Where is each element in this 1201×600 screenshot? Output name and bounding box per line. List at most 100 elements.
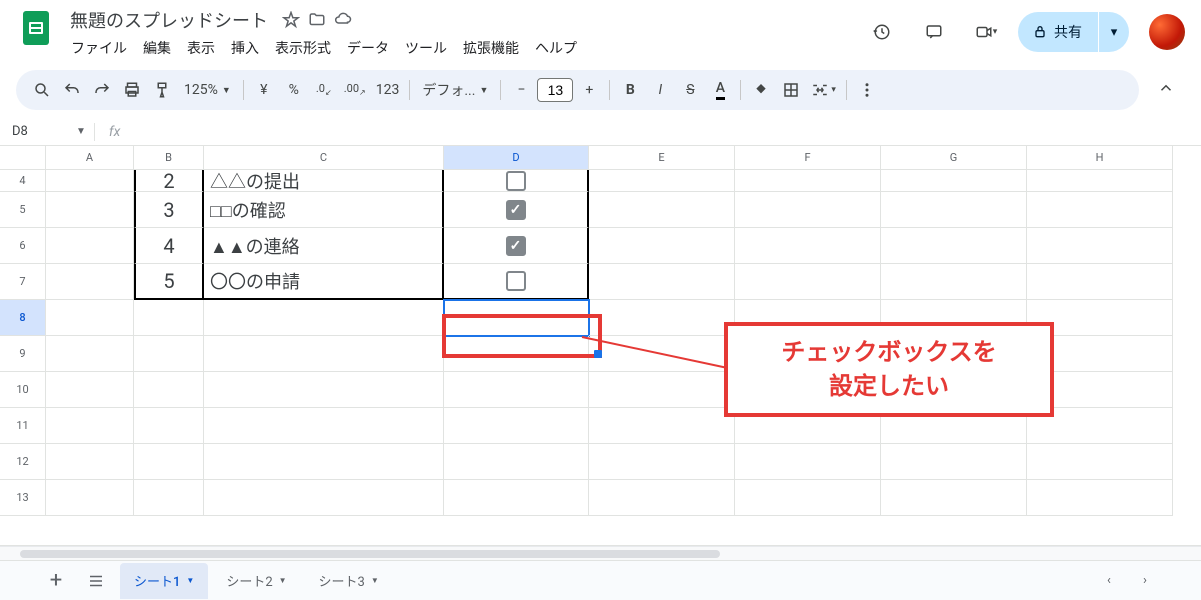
row-header-12[interactable]: 12 (0, 444, 46, 480)
scroll-sheets-left[interactable]: ‹ (1093, 565, 1125, 597)
cell-E4[interactable] (589, 170, 735, 192)
percent-button[interactable]: % (280, 76, 308, 104)
row-header-6[interactable]: 6 (0, 228, 46, 264)
font-size-decrease[interactable]: − (507, 76, 535, 104)
cell-B12[interactable] (134, 444, 204, 480)
cell-C9[interactable] (204, 336, 444, 372)
menu-表示[interactable]: 表示 (180, 34, 222, 62)
menu-表示形式[interactable]: 表示形式 (268, 34, 338, 62)
cell-A8[interactable] (46, 300, 134, 336)
cell-C13[interactable] (204, 480, 444, 516)
strikethrough-button[interactable]: S (676, 76, 704, 104)
bold-button[interactable]: B (616, 76, 644, 104)
sheet-tab-シート2[interactable]: シート2 ▼ (212, 563, 300, 599)
row-header-7[interactable]: 7 (0, 264, 46, 300)
col-header-H[interactable]: H (1027, 146, 1173, 170)
cell-A4[interactable] (46, 170, 134, 192)
name-box-dropdown[interactable]: ▼ (76, 126, 86, 137)
more-icon[interactable] (853, 76, 881, 104)
cell-D7[interactable] (444, 264, 589, 300)
cell-E6[interactable] (589, 228, 735, 264)
cell-A11[interactable] (46, 408, 134, 444)
cloud-status-icon[interactable] (334, 11, 352, 29)
share-dropdown[interactable]: ▾ (1099, 12, 1129, 52)
cell-A7[interactable] (46, 264, 134, 300)
cell-D10[interactable] (444, 372, 589, 408)
fill-color-button[interactable] (747, 76, 775, 104)
cell-G5[interactable] (881, 192, 1027, 228)
move-folder-icon[interactable] (308, 11, 326, 29)
col-header-F[interactable]: F (735, 146, 881, 170)
merge-button[interactable]: ▾ (807, 76, 840, 104)
cell-E5[interactable] (589, 192, 735, 228)
cell-B13[interactable] (134, 480, 204, 516)
row-header-4[interactable]: 4 (0, 170, 46, 192)
row-header-10[interactable]: 10 (0, 372, 46, 408)
horizontal-scrollbar[interactable] (0, 546, 1201, 560)
cell-D4[interactable] (444, 170, 589, 192)
increase-decimal-button[interactable]: .00↗ (340, 76, 370, 104)
history-icon[interactable] (862, 12, 902, 52)
sheets-logo[interactable] (16, 8, 56, 48)
print-icon[interactable] (118, 76, 146, 104)
scroll-sheets-right[interactable]: › (1129, 565, 1161, 597)
italic-button[interactable]: I (646, 76, 674, 104)
cell-B11[interactable] (134, 408, 204, 444)
undo-icon[interactable] (58, 76, 86, 104)
collapse-toolbar-icon[interactable] (1147, 73, 1185, 107)
cell-A9[interactable] (46, 336, 134, 372)
cell-D8[interactable] (444, 300, 589, 336)
row-header-9[interactable]: 9 (0, 336, 46, 372)
sheet-tab-シート1[interactable]: シート1 ▼ (120, 563, 208, 599)
cell-E10[interactable] (589, 372, 735, 408)
checkbox[interactable] (506, 236, 526, 256)
search-icon[interactable] (28, 76, 56, 104)
cell-D5[interactable] (444, 192, 589, 228)
cell-H5[interactable] (1027, 192, 1173, 228)
comments-icon[interactable] (914, 12, 954, 52)
cell-H4[interactable] (1027, 170, 1173, 192)
cell-E11[interactable] (589, 408, 735, 444)
row-header-5[interactable]: 5 (0, 192, 46, 228)
cell-C7[interactable]: 〇〇の申請 (204, 264, 444, 300)
cell-B7[interactable]: 5 (134, 264, 204, 300)
cell-E12[interactable] (589, 444, 735, 480)
add-sheet-button[interactable]: + (40, 565, 72, 597)
star-icon[interactable] (282, 11, 300, 29)
cell-C6[interactable]: ▲▲の連絡 (204, 228, 444, 264)
menu-ファイル[interactable]: ファイル (64, 34, 134, 62)
cell-C5[interactable]: □□の確認 (204, 192, 444, 228)
decrease-decimal-button[interactable]: .0↙ (310, 76, 338, 104)
cell-A13[interactable] (46, 480, 134, 516)
selection-handle[interactable] (594, 350, 602, 358)
cell-H6[interactable] (1027, 228, 1173, 264)
cell-H12[interactable] (1027, 444, 1173, 480)
doc-title[interactable]: 無題のスプレッドシート (64, 5, 274, 35)
cell-G13[interactable] (881, 480, 1027, 516)
cell-B9[interactable] (134, 336, 204, 372)
col-header-C[interactable]: C (204, 146, 444, 170)
cell-H13[interactable] (1027, 480, 1173, 516)
cell-C12[interactable] (204, 444, 444, 480)
cell-F5[interactable] (735, 192, 881, 228)
cell-D12[interactable] (444, 444, 589, 480)
checkbox[interactable] (506, 200, 526, 220)
paint-format-icon[interactable] (148, 76, 176, 104)
cell-B10[interactable] (134, 372, 204, 408)
font-select[interactable]: デフォ... ▼ (416, 76, 494, 104)
cell-D9[interactable] (444, 336, 589, 372)
cell-F7[interactable] (735, 264, 881, 300)
col-header-A[interactable]: A (46, 146, 134, 170)
cell-B8[interactable] (134, 300, 204, 336)
cell-A5[interactable] (46, 192, 134, 228)
cell-D6[interactable] (444, 228, 589, 264)
cell-B6[interactable]: 4 (134, 228, 204, 264)
name-box[interactable]: D8 (8, 122, 68, 141)
all-sheets-button[interactable] (80, 565, 112, 597)
cell-B5[interactable]: 3 (134, 192, 204, 228)
menu-編集[interactable]: 編集 (136, 34, 178, 62)
cell-H7[interactable] (1027, 264, 1173, 300)
select-all-corner[interactable] (0, 146, 46, 170)
cell-A10[interactable] (46, 372, 134, 408)
cell-F4[interactable] (735, 170, 881, 192)
